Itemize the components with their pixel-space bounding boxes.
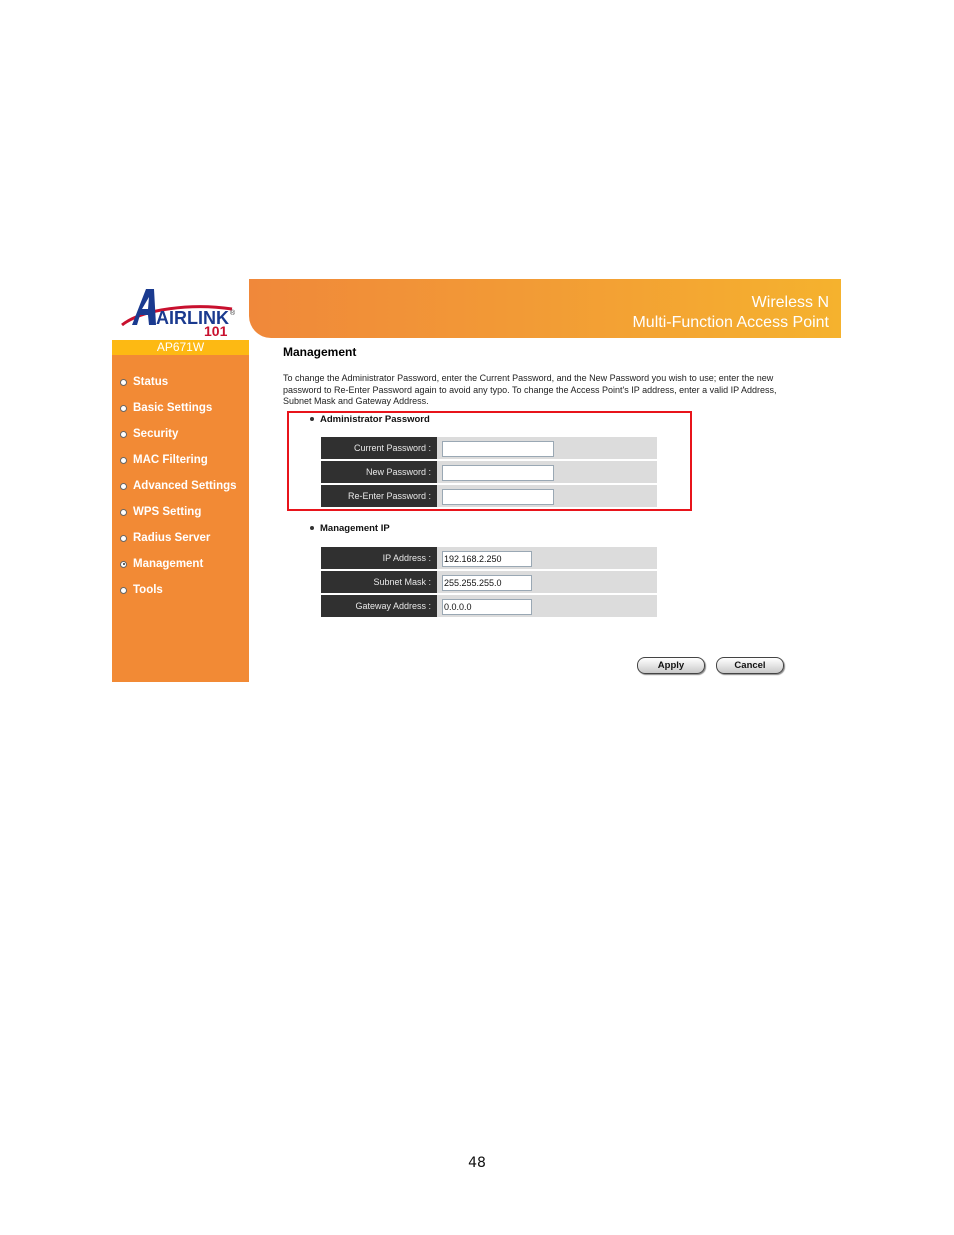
radio-bullet-icon xyxy=(120,430,127,438)
gateway-address-input[interactable] xyxy=(442,599,532,615)
sidebar-item-advanced-settings[interactable]: Advanced Settings xyxy=(112,473,249,499)
admin-password-table: Current Password : New Password : Re-Ent… xyxy=(321,435,657,509)
reenter-password-input[interactable] xyxy=(442,489,554,505)
new-password-input[interactable] xyxy=(442,465,554,481)
radio-bullet-icon xyxy=(120,482,127,490)
registered-mark: ® xyxy=(230,309,236,317)
radio-bullet-icon xyxy=(120,404,127,412)
reenter-password-label: Re-Enter Password : xyxy=(321,485,437,507)
main-content: Management To change the Administrator P… xyxy=(283,345,823,408)
form-row: IP Address : xyxy=(321,547,657,569)
sidebar-item-security[interactable]: Security xyxy=(112,421,249,447)
bullet-icon xyxy=(310,526,314,531)
radio-bullet-icon xyxy=(120,456,127,464)
sidebar-item-label: Advanced Settings xyxy=(133,480,237,492)
sidebar-item-label: Security xyxy=(133,428,179,440)
radio-bullet-icon xyxy=(120,508,127,516)
sidebar-item-label: MAC Filtering xyxy=(133,454,208,466)
current-password-input[interactable] xyxy=(442,441,554,457)
sidebar: AP671W Status Basic Settings Security MA… xyxy=(112,340,249,682)
form-row: Gateway Address : xyxy=(321,595,657,617)
sidebar-item-tools[interactable]: Tools xyxy=(112,577,249,603)
logo-a-glyph-icon xyxy=(132,289,156,325)
radio-bullet-icon xyxy=(120,534,127,542)
ip-address-label: IP Address : xyxy=(321,547,437,569)
sidebar-item-management[interactable]: Management xyxy=(112,551,249,577)
router-admin-screenshot: AIRLINK 101 ® Wireless N Multi-Function … xyxy=(112,279,841,682)
section-title-text: Administrator Password xyxy=(320,414,430,425)
sidebar-item-wps-setting[interactable]: WPS Setting xyxy=(112,499,249,525)
page-title: Management xyxy=(283,345,357,359)
airlink-logo: AIRLINK 101 ® xyxy=(112,279,249,340)
sidebar-item-basic-settings[interactable]: Basic Settings xyxy=(112,395,249,421)
sidebar-item-label: WPS Setting xyxy=(133,506,202,518)
sidebar-item-label: Status xyxy=(133,376,169,388)
form-row: Current Password : xyxy=(321,437,657,459)
form-row: New Password : xyxy=(321,461,657,483)
sidebar-item-mac-filtering[interactable]: MAC Filtering xyxy=(112,447,249,473)
gateway-address-label: Gateway Address : xyxy=(321,595,437,617)
apply-button[interactable]: Apply xyxy=(637,657,705,674)
header-banner: Wireless N Multi-Function Access Point xyxy=(249,279,841,338)
sidebar-item-label: Tools xyxy=(133,584,163,596)
radio-bullet-icon xyxy=(120,378,127,386)
bullet-icon xyxy=(310,417,314,422)
radio-selected-icon xyxy=(120,560,127,568)
sidebar-item-status[interactable]: Status xyxy=(112,369,249,395)
current-password-label: Current Password : xyxy=(321,437,437,459)
ip-address-input[interactable] xyxy=(442,551,532,567)
section-title-management-ip: Management IP xyxy=(310,523,390,534)
sidebar-item-label: Management xyxy=(133,558,204,570)
page-number: 48 xyxy=(468,1155,486,1171)
section-title-admin-password: Administrator Password xyxy=(310,414,430,425)
banner-title-line1: Wireless N xyxy=(751,294,829,311)
radio-bullet-icon xyxy=(120,586,127,594)
banner-title-line2: Multi-Function Access Point xyxy=(632,314,829,331)
form-row: Re-Enter Password : xyxy=(321,485,657,507)
model-name: AP671W xyxy=(112,340,249,355)
form-row: Subnet Mask : xyxy=(321,571,657,593)
subnet-mask-input[interactable] xyxy=(442,575,532,591)
management-ip-table: IP Address : Subnet Mask : Gateway Addre… xyxy=(321,545,657,619)
subnet-mask-label: Subnet Mask : xyxy=(321,571,437,593)
logo-number: 101 xyxy=(204,323,228,339)
sidebar-item-label: Radius Server xyxy=(133,532,211,544)
intro-text: To change the Administrator Password, en… xyxy=(283,373,777,406)
section-title-text: Management IP xyxy=(320,523,390,534)
cancel-button[interactable]: Cancel xyxy=(716,657,784,674)
sidebar-nav: Status Basic Settings Security MAC Filte… xyxy=(112,355,249,603)
new-password-label: New Password : xyxy=(321,461,437,483)
sidebar-item-radius-server[interactable]: Radius Server xyxy=(112,525,249,551)
sidebar-item-label: Basic Settings xyxy=(133,402,213,414)
